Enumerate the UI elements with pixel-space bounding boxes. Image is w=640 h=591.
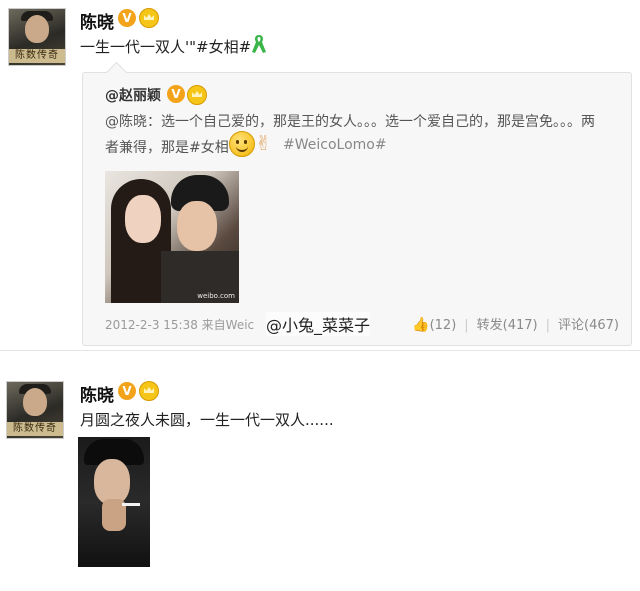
weibo-post: 陈数传奇 陈晓 V 一生一代一双人'"#女相# @赵丽颖 V @陈晓：选一个自己… — [0, 0, 640, 350]
victory-hand-icon: ✌ — [255, 131, 272, 155]
image-watermark: @小兔_菜菜子 — [266, 312, 371, 336]
photo-face-right — [177, 201, 217, 251]
username[interactable]: 陈晓 — [80, 8, 114, 33]
avatar[interactable]: 陈数传奇 — [6, 381, 64, 439]
smiley-emoji-icon — [229, 131, 255, 157]
repost-timestamp-source[interactable]: 2012-2-3 15:38 来自Weic — [105, 316, 254, 333]
verified-v-icon: V — [167, 85, 185, 103]
photo-face-left — [125, 195, 161, 243]
avatar-caption: 陈数传奇 — [7, 422, 63, 436]
photo-cigarette — [122, 503, 140, 506]
repost-photo[interactable]: weibo.com — [105, 171, 239, 303]
verified-v-icon: V — [118, 9, 136, 27]
green-ribbon-icon — [252, 35, 266, 53]
comment-button[interactable]: 评论(467) — [558, 314, 619, 333]
crown-badge-icon — [139, 381, 159, 401]
repost-username-text[interactable]: @赵丽颖 — [105, 88, 161, 104]
weibo-post: 陈数传奇 陈晓 V 月圆之夜人未圆，一生一代一双人...... — [0, 350, 640, 591]
avatar-caption: 陈数传奇 — [9, 49, 65, 63]
post-photo[interactable] — [78, 437, 150, 567]
repost-text-prefix: 者兼得，那是#女相# — [105, 140, 241, 156]
verified-v-icon: V — [118, 382, 136, 400]
avatar-face — [25, 15, 49, 43]
photo-watermark: weibo.com — [197, 292, 235, 300]
avatar[interactable]: 陈数传奇 — [8, 8, 66, 66]
repost-button[interactable]: 转发(417) — [477, 314, 538, 333]
post-text: 一生一代一双人'"#女相# — [80, 38, 252, 56]
thumbs-up-icon[interactable]: 👍 — [412, 317, 429, 333]
divider: | — [545, 318, 551, 333]
crown-badge-icon — [187, 85, 207, 105]
divider: | — [464, 318, 469, 333]
repost-card[interactable]: @赵丽颖 V @陈晓：选一个自己爱的，那是王的女人。。。选一个爱自己的，那是宫免… — [82, 61, 632, 346]
avatar-face — [23, 388, 47, 416]
repost-caret — [105, 61, 128, 84]
crown-badge-icon — [139, 8, 159, 28]
post-text: 月圆之夜人未圆，一生一代一双人...... — [80, 411, 334, 429]
repost-hashtag[interactable]: #WeicoLomo# — [283, 137, 483, 153]
repost-actions: 👍(12) | 转发(417) | 评论(467) — [412, 314, 619, 333]
username[interactable]: 陈晓 — [80, 381, 114, 406]
repost-username[interactable]: @赵丽颖 — [105, 85, 161, 105]
repost-text-line-1: @陈晓：选一个自己爱的，那是王的女人。。。选一个爱自己的，那是宫免。。。两 — [105, 114, 595, 130]
like-count[interactable]: (12) — [430, 318, 457, 333]
